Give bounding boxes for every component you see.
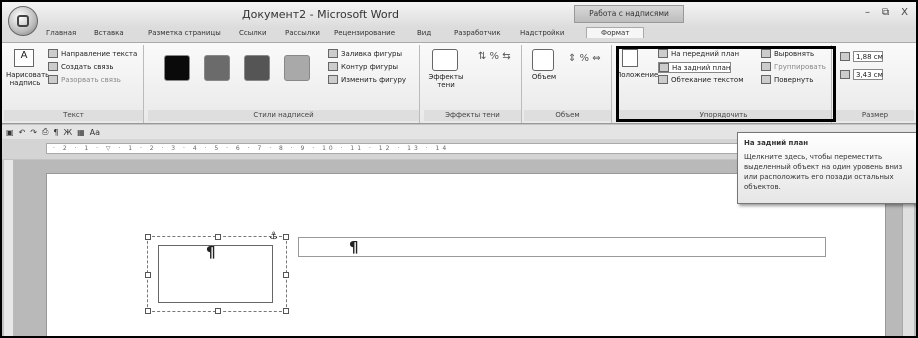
width-field[interactable]: 3,43 см	[840, 69, 883, 80]
text-direction-icon	[48, 49, 58, 58]
break-link-button[interactable]: Разорвать связь	[48, 75, 121, 84]
table-icon[interactable]: ▦	[77, 128, 85, 137]
tooltip-body: Щелкните здесь, чтобы переместить выделе…	[744, 153, 903, 191]
group-text: A Нарисовать надпись Направление текста …	[4, 45, 144, 123]
print-icon[interactable]: ⎙	[42, 127, 48, 137]
restore-button[interactable]: ⧉	[882, 7, 889, 18]
window-title: Документ2 - Microsoft Word	[242, 8, 399, 21]
send-backward-tooltip: На задний план Щелкните здесь, чтобы пер…	[737, 132, 916, 204]
tab-addins[interactable]: Надстройки	[520, 29, 564, 37]
group-label-styles: Стили надписей	[148, 110, 419, 121]
3d-effects-icon	[532, 49, 554, 71]
group-label-shadow: Эффекты тени	[424, 110, 521, 121]
unlink-icon	[48, 75, 58, 84]
resize-handle-l[interactable]	[145, 272, 151, 278]
arrange-highlight-box	[616, 46, 836, 122]
resize-handle-bl[interactable]	[145, 308, 151, 314]
resize-handle-t[interactable]	[215, 234, 221, 240]
draw-textbox-button[interactable]: Нарисовать надпись	[6, 71, 49, 87]
vertical-ruler	[4, 160, 14, 336]
word-window: Документ2 - Microsoft Word Работа с надп…	[0, 0, 918, 338]
shapes-icon	[328, 75, 338, 84]
anchor-icon: ⚓	[269, 231, 278, 242]
tab-insert[interactable]: Вставка	[94, 29, 124, 37]
context-tab-label: Работа с надписями	[574, 5, 684, 23]
resize-handle-b[interactable]	[215, 308, 221, 314]
ruler-scale[interactable]: · 2 · 1 · ▽ · 1 · 2 · 3 · 4 · 5 · 6 · 7 …	[46, 143, 746, 154]
group-textbox-styles: Заливка фигуры Контур фигуры Изменить фи…	[148, 45, 420, 123]
textbox-paragraph-mark: ¶	[206, 243, 216, 261]
pilcrow-toggle-icon[interactable]: ¶	[53, 128, 58, 137]
second-textbox[interactable]: ¶	[298, 237, 826, 257]
save-icon[interactable]: ▣	[6, 128, 14, 137]
group-shadow: Эффекты тени ⇅ % ⇆ Эффекты тени	[424, 45, 522, 123]
group-label-text: Текст	[4, 110, 143, 121]
shape-fill-button[interactable]: Заливка фигуры	[328, 49, 402, 58]
window-controls: – ⧉ X	[865, 7, 908, 18]
width-icon	[840, 70, 850, 79]
style-swatch-2[interactable]	[204, 55, 230, 81]
group-label-3d: Объем	[524, 110, 611, 121]
style-swatch-1[interactable]	[164, 55, 190, 81]
close-button[interactable]: X	[901, 7, 908, 18]
bold-icon[interactable]: Ж	[63, 128, 72, 137]
3d-effects-button[interactable]: Объем	[526, 73, 562, 81]
create-link-button[interactable]: Создать связь	[48, 62, 113, 71]
height-field[interactable]: 1,88 см	[840, 51, 883, 62]
3d-tilt-icon[interactable]: ⇕ % ⇔	[568, 53, 601, 64]
pen-icon	[328, 62, 338, 71]
resize-handle-tr[interactable]	[283, 234, 289, 240]
title-bar: Документ2 - Microsoft Word Работа с надп…	[2, 2, 916, 28]
selected-textbox[interactable]: ¶ ⚓	[145, 231, 289, 314]
style-swatch-3[interactable]	[244, 55, 270, 81]
resize-handle-tl[interactable]	[145, 234, 151, 240]
link-icon	[48, 62, 58, 71]
office-logo-icon	[17, 15, 29, 27]
shadow-effects-button[interactable]: Эффекты тени	[426, 73, 466, 89]
tab-format[interactable]: Формат	[586, 27, 645, 38]
paint-bucket-icon	[328, 49, 338, 58]
second-paragraph-mark: ¶	[349, 238, 359, 256]
group-label-size: Размер	[836, 110, 914, 121]
shadow-nudge-icon[interactable]: ⇅ % ⇆	[478, 51, 511, 62]
height-icon	[840, 52, 850, 61]
tab-mailings[interactable]: Рассылки	[285, 29, 320, 37]
group-3d: Объем ⇕ % ⇔ Объем	[524, 45, 612, 123]
office-button[interactable]	[8, 6, 38, 36]
tab-review[interactable]: Рецензирование	[334, 29, 395, 37]
tab-page-layout[interactable]: Разметка страницы	[148, 29, 221, 37]
undo-icon[interactable]: ↶	[19, 128, 26, 137]
change-shape-button[interactable]: Изменить фигуру	[328, 75, 406, 84]
tab-developer[interactable]: Разработчик	[454, 29, 501, 37]
shape-outline-button[interactable]: Контур фигуры	[328, 62, 398, 71]
font-size-icon[interactable]: Aa	[90, 128, 100, 137]
tab-view[interactable]: Вид	[417, 29, 431, 37]
minimize-button[interactable]: –	[865, 7, 870, 18]
shadow-effects-icon	[432, 49, 458, 71]
tooltip-title: На задний план	[744, 139, 809, 147]
tab-references[interactable]: Ссылки	[239, 29, 267, 37]
resize-handle-br[interactable]	[283, 308, 289, 314]
ribbon-tabs: Главная Вставка Разметка страницы Ссылки…	[2, 27, 916, 42]
resize-handle-r[interactable]	[283, 272, 289, 278]
group-size: 1,88 см 3,43 см Размер	[836, 45, 914, 123]
draw-textbox-icon: A	[14, 49, 34, 67]
redo-icon[interactable]: ↷	[30, 128, 37, 137]
text-direction-button[interactable]: Направление текста	[48, 49, 137, 58]
tab-home[interactable]: Главная	[46, 29, 76, 37]
style-swatch-4[interactable]	[284, 55, 310, 81]
